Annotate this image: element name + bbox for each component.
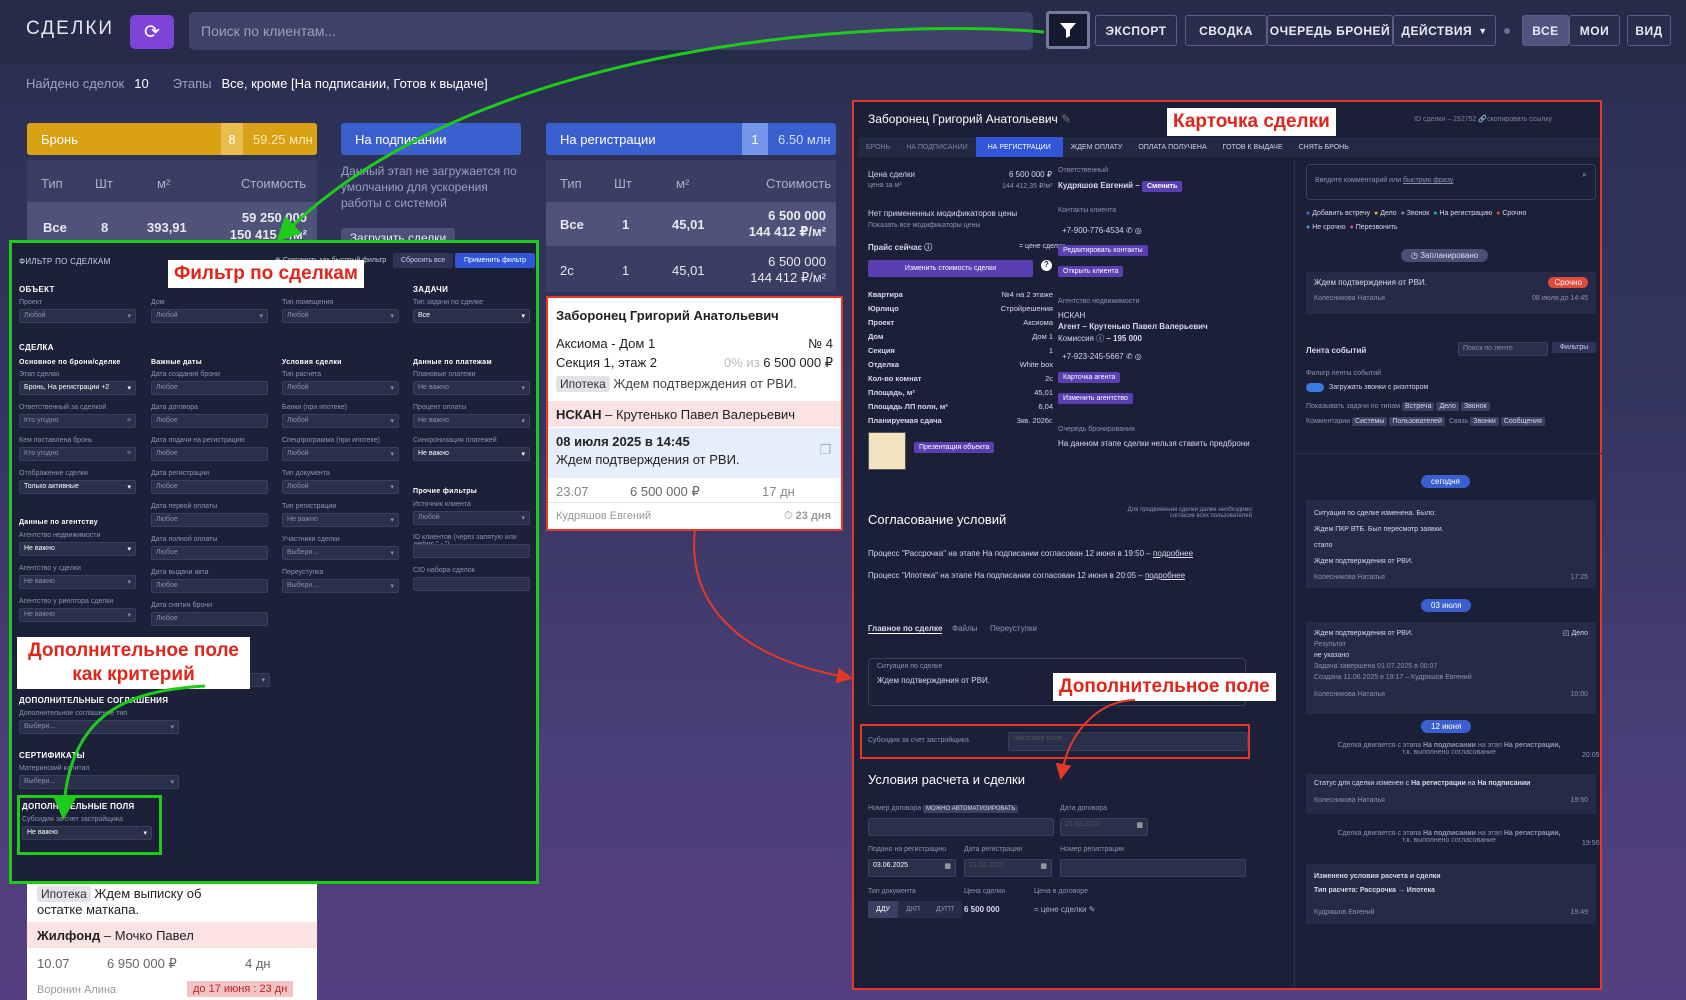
arrow-extra-criteria bbox=[52, 684, 206, 820]
annotation-arrows bbox=[52, 27, 1136, 820]
arrow-card bbox=[693, 529, 853, 684]
arrow-filter bbox=[276, 27, 1045, 242]
arrow-extra-field bbox=[1055, 699, 1136, 780]
